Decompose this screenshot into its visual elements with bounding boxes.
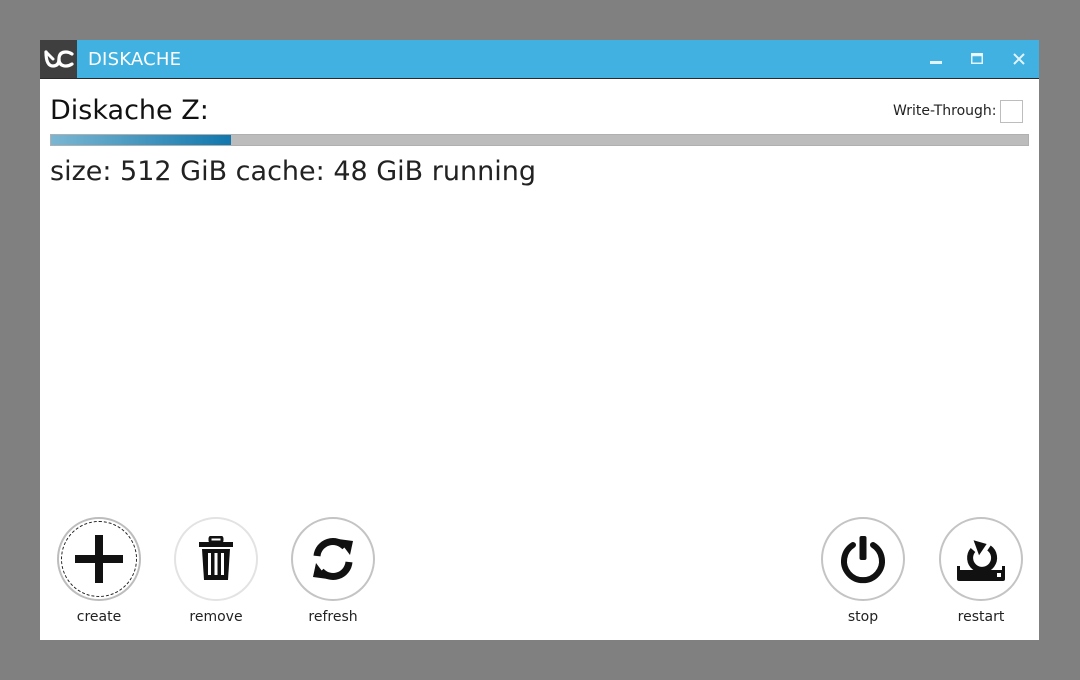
create-button[interactable]: create — [54, 517, 144, 625]
power-icon — [841, 536, 885, 584]
stop-button-circle[interactable] — [821, 517, 905, 601]
minimize-button[interactable] — [925, 48, 947, 70]
restart-button[interactable]: restart — [936, 517, 1026, 625]
remove-button[interactable]: remove — [171, 517, 261, 625]
remove-button-circle[interactable] — [174, 517, 258, 601]
remove-label: remove — [189, 609, 243, 625]
maximize-button[interactable] — [966, 48, 988, 70]
diskache-logo-icon — [40, 40, 77, 78]
trash-icon — [199, 536, 233, 580]
create-button-circle[interactable] — [57, 517, 141, 601]
refresh-label: refresh — [308, 609, 358, 625]
refresh-button[interactable]: refresh — [288, 517, 378, 625]
restart-button-circle[interactable] — [939, 517, 1023, 601]
title-bar[interactable]: DISKACHE — [40, 40, 1039, 79]
minimize-icon — [930, 61, 942, 64]
window-title: DISKACHE — [88, 49, 182, 70]
refresh-button-circle[interactable] — [291, 517, 375, 601]
drive-title: Diskache Z: — [50, 95, 209, 126]
close-button[interactable] — [1008, 48, 1030, 70]
stop-label: stop — [847, 609, 879, 625]
drive-status-text: size: 512 GiB cache: 48 GiB running — [50, 156, 536, 187]
write-through-label: Write-Through: — [893, 103, 997, 119]
create-label: create — [76, 609, 122, 625]
maximize-icon — [971, 53, 983, 64]
restart-icon — [957, 540, 1005, 581]
cache-progress-bar — [50, 134, 1029, 146]
stop-button[interactable]: stop — [818, 517, 908, 625]
app-window: DISKACHE Diskache Z: Write-Through: size… — [40, 40, 1039, 640]
close-icon — [1013, 53, 1025, 65]
refresh-icon — [313, 538, 353, 580]
write-through-checkbox[interactable] — [1000, 100, 1023, 123]
restart-label: restart — [957, 609, 1005, 625]
plus-icon — [75, 535, 123, 583]
cache-progress-fill — [51, 135, 232, 145]
